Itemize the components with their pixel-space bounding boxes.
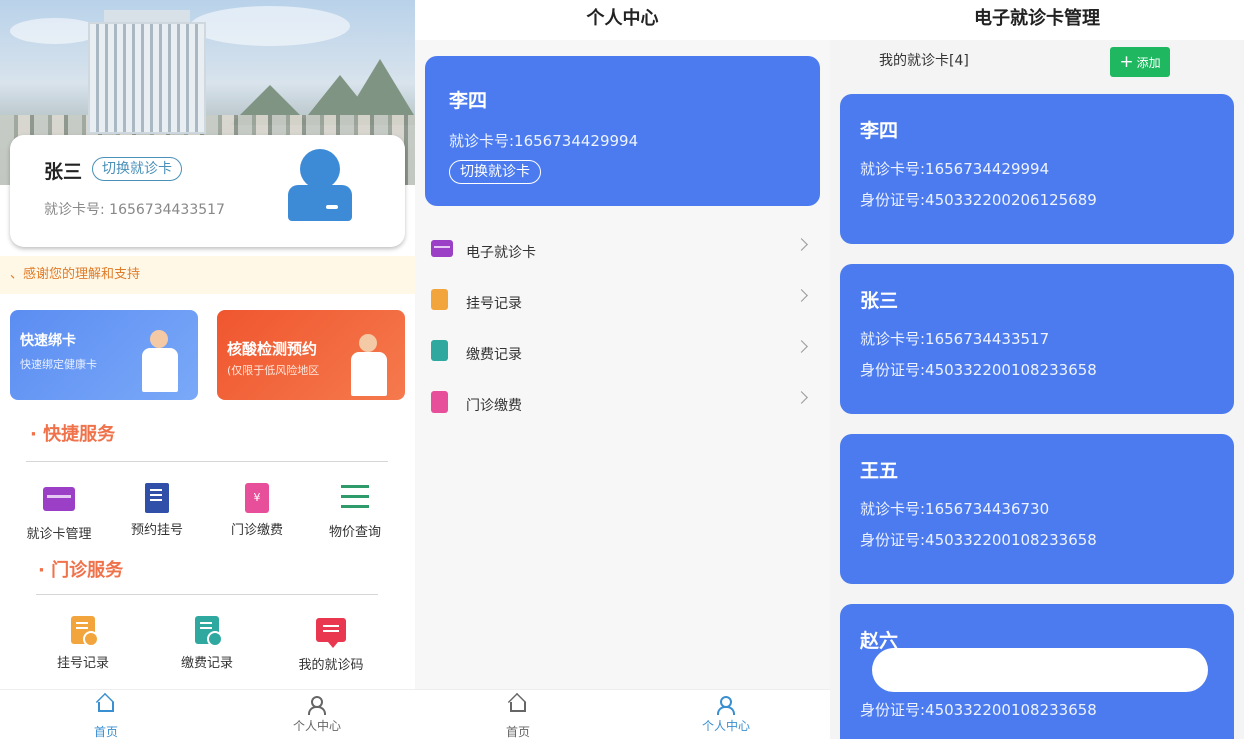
menu-item-register-record[interactable]: 挂号记录 [415,275,830,326]
chevron-right-icon [795,391,808,404]
bottom-tab-bar: 首页 个人中心 [415,689,830,739]
quick-services-title: · 快捷服务 [30,424,116,445]
switch-card-button[interactable]: 切换就诊卡 [449,160,541,184]
register-record-icon [431,289,448,310]
payment-record-icon [431,340,448,361]
payment-record-icon [191,616,223,647]
menu-item-e-card[interactable]: 电子就诊卡 [415,224,830,275]
service-price-query[interactable]: 物价查询 [310,483,400,540]
tab-home[interactable]: 首页 [46,696,166,739]
service-payment-record[interactable]: 缴费记录 [162,616,252,671]
personal-center-screen: 个人中心 李四 就诊卡号:1656734429994 切换就诊卡 电子就诊卡 挂… [415,0,830,739]
tab-home[interactable]: 首页 [458,696,578,739]
chevron-right-icon [795,289,808,302]
divider [26,461,388,462]
book-icon [141,483,173,513]
card-number: 就诊卡号:1656734429994 [449,132,639,150]
service-register-record[interactable]: 挂号记录 [38,616,128,671]
user-info-card: 张三 切换就诊卡 就诊卡号: 1656734433517 [10,135,405,247]
bill-icon [431,391,448,413]
user-name: 张三 [44,161,83,183]
list-icon [339,485,371,515]
home-icon [97,702,115,718]
message-code-icon [315,618,347,648]
personal-menu: 电子就诊卡 挂号记录 缴费记录 门诊缴费 [415,224,830,428]
switch-card-button[interactable]: 切换就诊卡 [92,157,182,181]
service-outpatient-payment[interactable]: ¥ 门诊缴费 [212,483,302,538]
card-item[interactable]: 张三 就诊卡号:1656734433517 身份证号:4503322001082… [840,264,1234,414]
doctor-illustration [138,330,182,392]
card-item[interactable]: 王五 就诊卡号:1656734436730 身份证号:4503322001082… [840,434,1234,584]
card-icon [43,487,75,517]
quick-bind-card-banner[interactable]: 快速绑卡 快速绑定健康卡 [10,310,198,400]
page-title: 电子就诊卡管理 [830,0,1244,40]
card-icon [431,240,453,257]
avatar [288,149,352,221]
notice-bar: 、感谢您的理解和支持 [0,256,415,294]
divider [36,594,378,595]
nucleic-test-banner[interactable]: 核酸检测预约 (仅限于低风险地区 [217,310,405,400]
chevron-right-icon [795,238,808,251]
add-card-button[interactable]: + 添加 [1110,47,1170,77]
tab-personal-center[interactable]: 个人中心 [257,696,377,734]
service-card-management[interactable]: 就诊卡管理 [14,483,104,542]
menu-item-outpatient-payment[interactable]: 门诊缴费 [415,377,830,428]
register-record-icon [67,616,99,647]
bottom-tab-bar: 首页 个人中心 [0,689,415,739]
tab-personal-center[interactable]: 个人中心 [666,696,786,734]
card-number: 就诊卡号: 1656734433517 [44,202,225,218]
card-item[interactable]: 李四 就诊卡号:1656734429994 身份证号:4503322002061… [840,94,1234,244]
current-card: 李四 就诊卡号:1656734429994 切换就诊卡 [425,56,820,206]
page-title: 个人中心 [415,0,830,40]
people-icon [308,696,326,715]
redaction-mask [872,648,1208,692]
home-screen: 张三 切换就诊卡 就诊卡号: 1656734433517 、感谢您的理解和支持 … [0,0,415,739]
plus-icon: + [1119,52,1134,72]
home-icon [509,702,527,718]
service-appointment[interactable]: 预约挂号 [112,483,202,538]
card-list-header: 我的就诊卡[4] + 添加 [830,40,1244,86]
nurse-illustration [347,334,391,396]
app-screens: 张三 切换就诊卡 就诊卡号: 1656734433517 、感谢您的理解和支持 … [0,0,1244,739]
service-my-visit-code[interactable]: 我的就诊码 [286,616,376,673]
bill-icon: ¥ [241,483,273,513]
chevron-right-icon [795,340,808,353]
card-count: 我的就诊卡[4] [879,53,969,69]
card-item[interactable]: 赵六 身份证号:450332200108233658 [840,604,1234,739]
user-name: 李四 [449,90,488,112]
people-icon [717,696,735,715]
menu-item-payment-record[interactable]: 缴费记录 [415,326,830,377]
outpatient-services-title: · 门诊服务 [38,560,124,581]
card-management-screen: 电子就诊卡管理 我的就诊卡[4] + 添加 李四 就诊卡号:16567344299… [830,0,1244,739]
